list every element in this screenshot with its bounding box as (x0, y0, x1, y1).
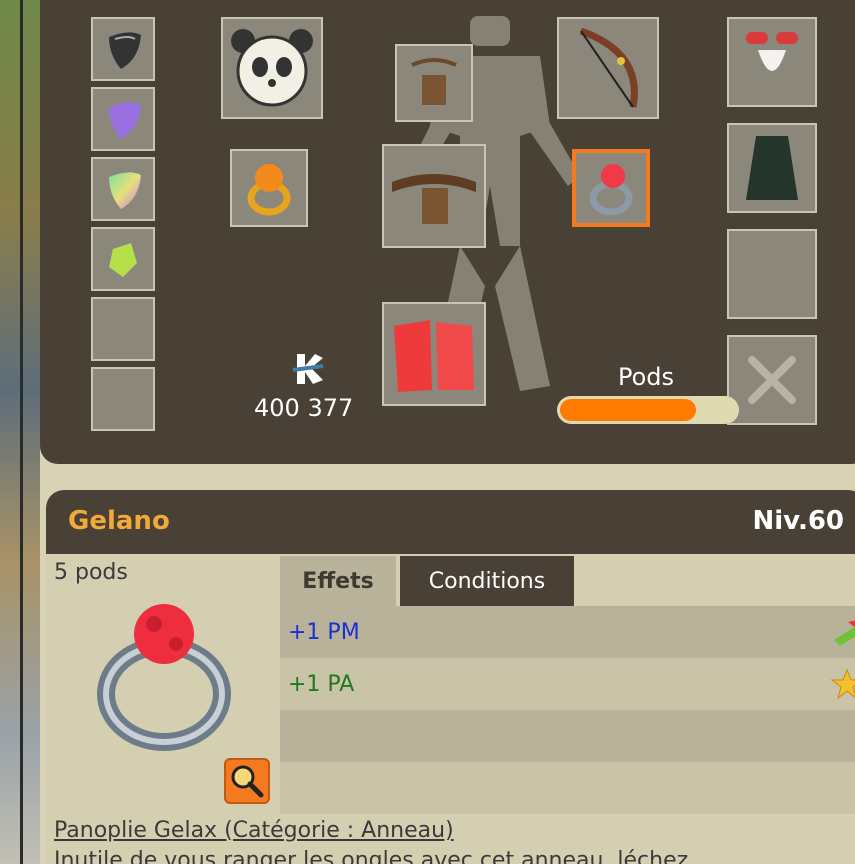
pods-bar (557, 396, 739, 424)
effect-row: +1 PA (280, 658, 855, 710)
shield-slot[interactable] (727, 229, 817, 319)
ring-left-slot[interactable] (230, 149, 308, 227)
zoom-button[interactable] (224, 758, 270, 804)
item-weight: 5 pods (54, 560, 128, 585)
tab-conditions[interactable]: Conditions (400, 556, 574, 606)
item-level: Niv.60 (752, 506, 844, 536)
effect-row-empty (280, 710, 855, 762)
unequip-slot[interactable] (727, 335, 817, 425)
gelatin-boots-icon (394, 320, 474, 392)
item-details-panel: 5 pods Effets Conditions +1 PM +1 PA Pan… (46, 554, 855, 864)
dofus-slot-3[interactable] (91, 157, 155, 221)
effect-text: +1 PA (288, 671, 355, 697)
item-description: Panoplie Gelax (Catégorie : Anneau) Inut… (54, 818, 854, 864)
bow-icon (579, 27, 638, 108)
kamas-amount: 400 377 (254, 394, 354, 422)
panda-hat-icon (231, 29, 313, 107)
close-icon (748, 356, 796, 404)
set-link[interactable]: Panoplie Gelax (Catégorie : Anneau) (54, 818, 854, 848)
item-tabs: Effets Conditions (280, 556, 855, 606)
belt-slot[interactable] (382, 144, 486, 248)
hat-slot[interactable] (221, 17, 323, 119)
boots-slot[interactable] (382, 302, 486, 406)
belt-icon (392, 174, 476, 224)
star-action-icon (830, 668, 855, 700)
wooden-amulet-icon (411, 58, 457, 105)
effect-row: +1 PM (280, 606, 855, 658)
equipment-panel: 400 377 Pods (40, 0, 855, 464)
effects-list: +1 PM +1 PA (280, 606, 855, 814)
ring-right-slot[interactable] (572, 149, 650, 227)
gelano-ring-icon (589, 164, 633, 216)
pet-slot[interactable] (727, 17, 817, 107)
cape-slot[interactable] (727, 123, 817, 213)
green-crystal-icon (109, 243, 137, 277)
tab-effets[interactable]: Effets (280, 556, 396, 606)
effect-text: +1 PM (288, 619, 360, 645)
black-dofus-icon (109, 32, 141, 69)
dofus-slot-1[interactable] (91, 17, 155, 81)
orange-ring-icon (247, 164, 291, 216)
purple-dofus-icon (109, 102, 141, 139)
ring-preview-image (97, 604, 231, 751)
rainbow-dofus-icon (109, 172, 141, 209)
dofus-slot-6[interactable] (91, 367, 155, 431)
dofus-slot-5[interactable] (91, 297, 155, 361)
dofus-slot-2[interactable] (91, 87, 155, 151)
amulet-slot[interactable] (395, 44, 473, 122)
weapon-slot[interactable] (557, 17, 659, 119)
dofus-slot-4[interactable] (91, 227, 155, 291)
item-name: Gelano (68, 506, 170, 536)
magnifier-icon (231, 765, 264, 798)
effect-row-empty (280, 762, 855, 814)
pods-fill (560, 399, 696, 421)
dark-cape-icon (746, 136, 798, 200)
beard-glasses-icon (746, 32, 798, 71)
description-text: Inutile de vous ranger les ongles avec c… (54, 848, 689, 864)
item-header: Gelano Niv.60 (46, 490, 855, 554)
background-divider (20, 0, 23, 864)
pods-label: Pods (618, 363, 675, 391)
boots-movement-icon (834, 620, 855, 646)
kama-icon (292, 354, 324, 384)
